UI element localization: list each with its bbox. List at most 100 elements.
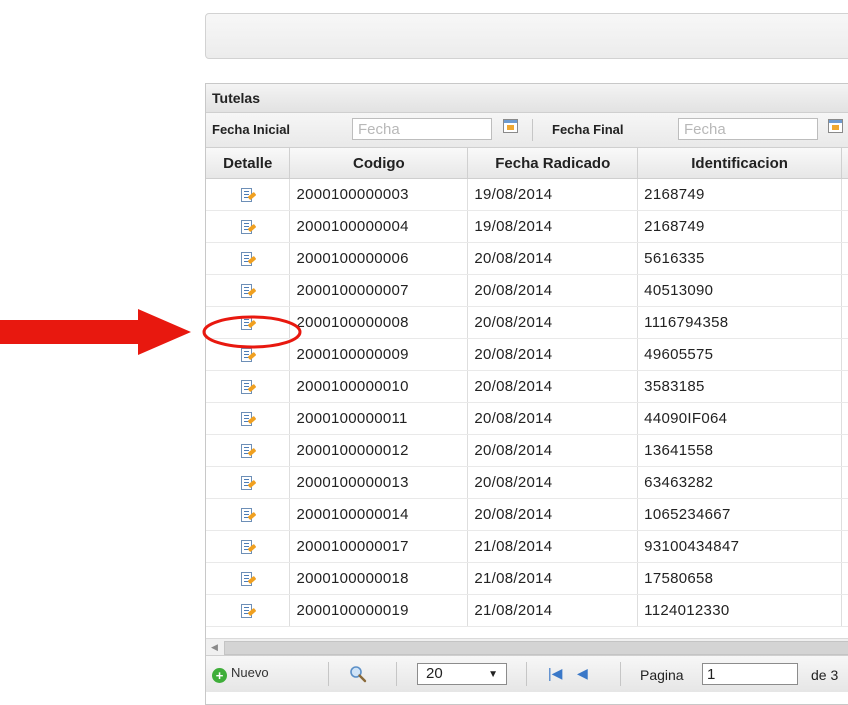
detail-cell[interactable] <box>206 403 290 435</box>
page-total-label: de 3 <box>811 667 838 683</box>
fecha-radicado-cell: 20/08/2014 <box>468 307 638 339</box>
separator <box>532 119 533 141</box>
table-row[interactable]: 200010000001320/08/201463463282 <box>206 467 848 499</box>
codigo-cell: 2000100000010 <box>290 371 468 403</box>
edit-document-icon[interactable] <box>240 475 256 491</box>
page-label: Pagina <box>640 667 684 683</box>
extra-cell <box>842 275 848 307</box>
codigo-cell: 2000100000006 <box>290 243 468 275</box>
edit-document-icon[interactable] <box>240 187 256 203</box>
edit-document-icon[interactable] <box>240 251 256 267</box>
table-row[interactable]: 200010000000319/08/20142168749 <box>206 179 848 211</box>
codigo-cell: 2000100000013 <box>290 467 468 499</box>
calendar-icon[interactable] <box>503 119 518 133</box>
add-icon: + <box>212 668 227 683</box>
codigo-cell: 2000100000012 <box>290 435 468 467</box>
detail-cell[interactable] <box>206 275 290 307</box>
page-number-input[interactable] <box>702 663 798 685</box>
table-row[interactable]: 200010000001821/08/201417580658 <box>206 563 848 595</box>
identificacion-cell: 3583185 <box>638 371 842 403</box>
codigo-cell: 2000100000017 <box>290 531 468 563</box>
codigo-cell: 2000100000014 <box>290 499 468 531</box>
separator <box>620 662 621 686</box>
detail-cell[interactable] <box>206 531 290 563</box>
table-row[interactable]: 200010000001020/08/20143583185 <box>206 371 848 403</box>
edit-document-icon[interactable] <box>240 411 256 427</box>
table-row[interactable]: 200010000001721/08/201493100434847 <box>206 531 848 563</box>
codigo-cell: 2000100000003 <box>290 179 468 211</box>
edit-document-icon[interactable] <box>240 347 256 363</box>
horizontal-scrollbar[interactable]: ◀ <box>206 638 848 656</box>
edit-document-icon[interactable] <box>240 283 256 299</box>
identificacion-cell: 13641558 <box>638 435 842 467</box>
extra-cell <box>842 435 848 467</box>
fecha-radicado-cell: 20/08/2014 <box>468 371 638 403</box>
tutelas-table: Detalle Codigo Fecha Radicado Identifica… <box>206 148 848 627</box>
extra-cell <box>842 179 848 211</box>
table-row[interactable]: 200010000000419/08/20142168749 <box>206 211 848 243</box>
table-row[interactable]: 200010000001220/08/201413641558 <box>206 435 848 467</box>
pager-bar: +Nuevo 20 ▼ |◀ ◀ Pagina de 3 <box>206 655 848 692</box>
scroll-thumb[interactable] <box>224 641 848 655</box>
edit-document-icon[interactable] <box>240 539 256 555</box>
column-header-identificacion[interactable]: Identificacion <box>638 148 842 179</box>
codigo-cell: 2000100000019 <box>290 595 468 627</box>
detail-cell[interactable] <box>206 339 290 371</box>
detail-cell[interactable] <box>206 435 290 467</box>
fecha-radicado-cell: 19/08/2014 <box>468 211 638 243</box>
identificacion-cell: 1124012330 <box>638 595 842 627</box>
table-row[interactable]: 200010000001120/08/201444090IF064 <box>206 403 848 435</box>
end-date-input[interactable] <box>678 118 818 140</box>
chevron-down-icon: ▼ <box>488 665 498 685</box>
fecha-radicado-cell: 20/08/2014 <box>468 403 638 435</box>
search-icon[interactable] <box>349 665 367 683</box>
detail-cell[interactable] <box>206 467 290 499</box>
detail-cell[interactable] <box>206 499 290 531</box>
table-row[interactable]: 200010000001420/08/20141065234667 <box>206 499 848 531</box>
calendar-icon[interactable] <box>828 119 843 133</box>
table-row[interactable]: 200010000000720/08/201440513090 <box>206 275 848 307</box>
start-date-label: Fecha Inicial <box>212 122 290 137</box>
page-size-select[interactable]: 20 ▼ <box>417 663 507 685</box>
tutelas-panel: Tutelas Fecha Inicial Fecha Final Detall… <box>205 83 848 705</box>
detail-cell[interactable] <box>206 563 290 595</box>
identificacion-cell: 17580658 <box>638 563 842 595</box>
edit-document-icon[interactable] <box>240 603 256 619</box>
edit-document-icon[interactable] <box>240 315 256 331</box>
edit-document-icon[interactable] <box>240 571 256 587</box>
fecha-radicado-cell: 21/08/2014 <box>468 531 638 563</box>
identificacion-cell: 40513090 <box>638 275 842 307</box>
detail-cell[interactable] <box>206 371 290 403</box>
identificacion-cell: 2168749 <box>638 211 842 243</box>
edit-document-icon[interactable] <box>240 507 256 523</box>
edit-document-icon[interactable] <box>240 379 256 395</box>
scroll-left-icon[interactable]: ◀ <box>211 642 218 653</box>
table-row[interactable]: 200010000000920/08/201449605575 <box>206 339 848 371</box>
column-header-fecha-radicado[interactable]: Fecha Radicado <box>468 148 638 179</box>
edit-document-icon[interactable] <box>240 219 256 235</box>
detail-cell[interactable] <box>206 211 290 243</box>
column-header-codigo[interactable]: Codigo <box>290 148 468 179</box>
extra-cell <box>842 403 848 435</box>
column-header-detalle[interactable]: Detalle <box>206 148 290 179</box>
fecha-radicado-cell: 20/08/2014 <box>468 467 638 499</box>
detail-cell[interactable] <box>206 307 290 339</box>
table-row[interactable]: 200010000001921/08/20141124012330 <box>206 595 848 627</box>
identificacion-cell: 1065234667 <box>638 499 842 531</box>
new-button[interactable]: +Nuevo <box>212 665 269 683</box>
detail-cell[interactable] <box>206 595 290 627</box>
start-date-input[interactable] <box>352 118 492 140</box>
codigo-cell: 2000100000018 <box>290 563 468 595</box>
detail-cell[interactable] <box>206 243 290 275</box>
table-row[interactable]: 200010000000620/08/20145616335 <box>206 243 848 275</box>
detail-cell[interactable] <box>206 179 290 211</box>
edit-document-icon[interactable] <box>240 443 256 459</box>
page-size-value: 20 <box>426 665 443 682</box>
previous-page-icon[interactable]: ◀ <box>577 665 588 682</box>
table-row[interactable]: 200010000000820/08/20141116794358 <box>206 307 848 339</box>
first-page-icon[interactable]: |◀ <box>548 665 562 682</box>
identificacion-cell: 44090IF064 <box>638 403 842 435</box>
codigo-cell: 2000100000007 <box>290 275 468 307</box>
separator <box>328 662 329 686</box>
identificacion-cell: 1116794358 <box>638 307 842 339</box>
